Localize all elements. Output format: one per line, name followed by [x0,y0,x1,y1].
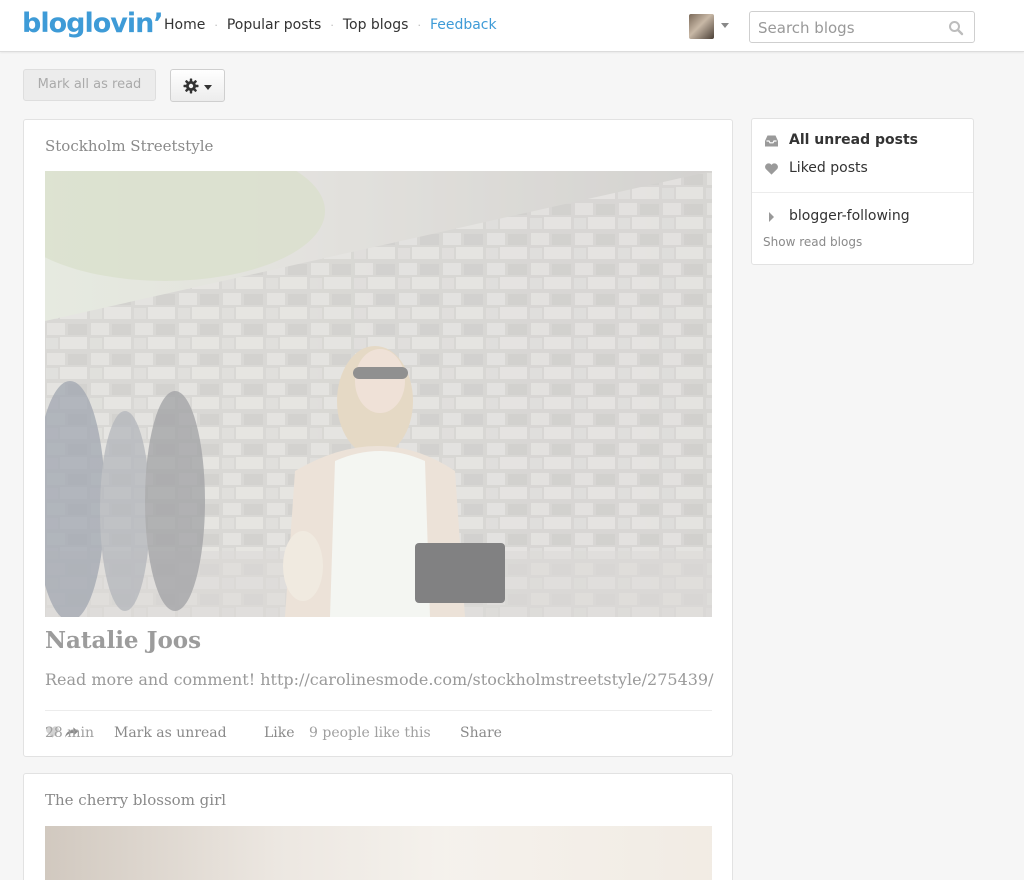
chevron-down-icon[interactable] [721,23,729,28]
chevron-right-icon [769,212,774,222]
feed-sidebar: All unread posts Liked posts blogger-fol… [751,118,974,265]
show-read-blogs-link[interactable]: Show read blogs [763,235,862,249]
post-image[interactable] [45,826,712,880]
nav-home[interactable]: Home [164,17,205,33]
top-bar: bloglovin’ Home · Popular posts · Top bl… [0,0,1024,52]
user-avatar[interactable] [689,14,714,39]
divider [752,192,973,193]
like-link[interactable]: Like [264,725,295,741]
heart-icon [765,163,778,175]
mark-as-unread-link[interactable]: Mark as unread [114,725,227,741]
nav-separator: · [214,18,218,32]
nav-top-blogs[interactable]: Top blogs [343,17,409,33]
main-nav: Home · Popular posts · Top blogs · Feedb… [164,17,497,33]
post-title[interactable]: Natalie Joos [45,627,201,654]
mark-all-read-button[interactable]: Mark all as read [23,69,156,101]
post-time: 28 min [45,725,95,741]
post-blog-name[interactable]: The cherry blossom girl [45,791,226,809]
inbox-icon [765,135,778,147]
search-icon[interactable] [948,20,964,36]
search-box [749,11,975,43]
post-image[interactable] [45,171,712,617]
nav-separator: · [330,18,334,32]
share-link[interactable]: Share [460,725,502,741]
sidebar-item-label: All unread posts [789,132,918,148]
nav-separator: · [417,18,421,32]
sidebar-item-label: Liked posts [789,160,868,176]
like-count: 9 people like this [309,725,431,741]
post-card: Stockholm Streetstyle Natalie Joos Read … [23,119,733,757]
gear-icon [183,78,199,94]
chevron-down-icon [204,85,212,90]
sidebar-item-label: blogger-following [789,208,910,224]
nav-popular-posts[interactable]: Popular posts [227,17,321,33]
bloglovin-logo[interactable]: bloglovin’ [22,8,164,39]
post-blog-name[interactable]: Stockholm Streetstyle [45,137,213,155]
search-input[interactable] [758,18,938,38]
post-meta: 28 min Mark as unread Like 9 people like… [45,725,712,745]
settings-dropdown-button[interactable] [170,69,225,102]
post-excerpt: Read more and comment! http://carolinesm… [45,670,714,689]
nav-feedback[interactable]: Feedback [430,17,497,33]
divider [45,710,712,711]
post-card: The cherry blossom girl [23,773,733,880]
